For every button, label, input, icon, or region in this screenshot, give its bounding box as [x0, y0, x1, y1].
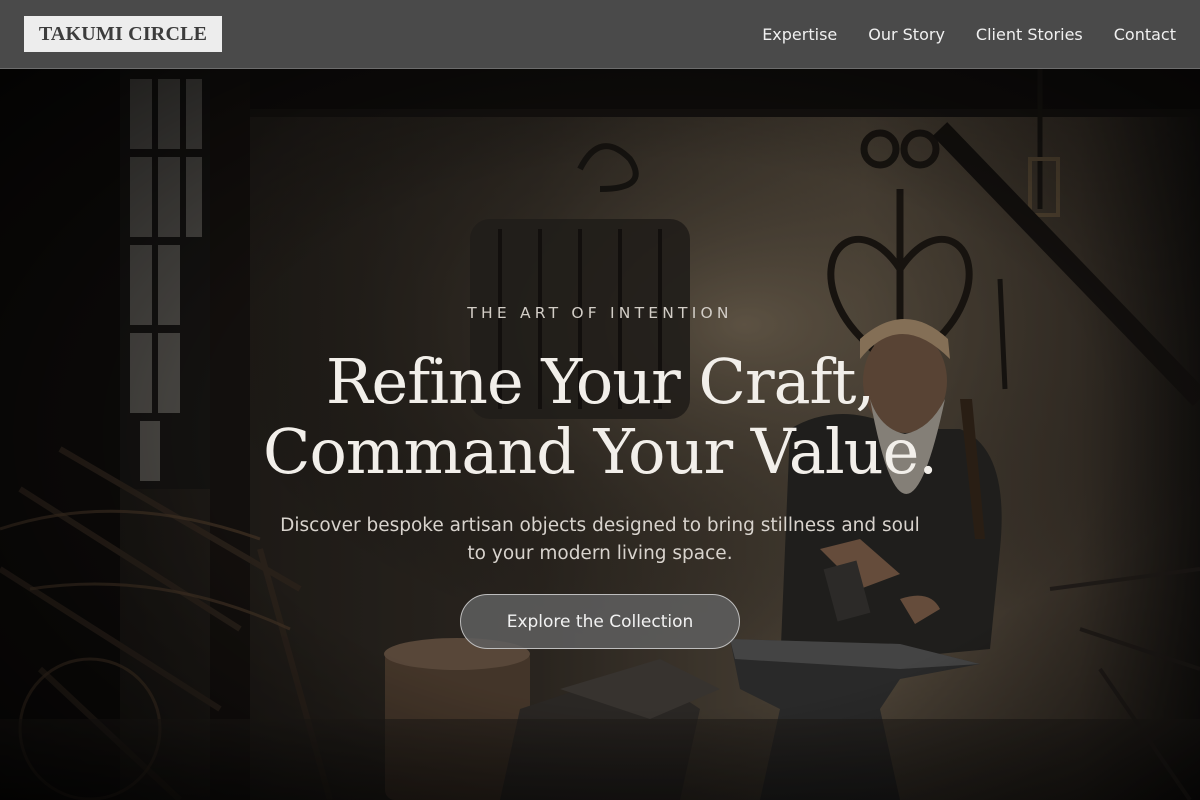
hero-content: THE ART OF INTENTION Refine Your Craft, …: [0, 69, 1200, 800]
nav-link-contact[interactable]: Contact: [1114, 25, 1176, 44]
hero-headline-line-2: Command Your Value.: [263, 415, 938, 488]
nav-link-our-story[interactable]: Our Story: [868, 25, 945, 44]
logo[interactable]: TAKUMI CIRCLE: [24, 16, 222, 52]
site-header: TAKUMI CIRCLE Expertise Our Story Client…: [0, 0, 1200, 69]
explore-collection-button[interactable]: Explore the Collection: [460, 594, 740, 649]
page: TAKUMI CIRCLE Expertise Our Story Client…: [0, 0, 1200, 800]
hero-headline: Refine Your Craft, Command Your Value.: [0, 347, 1200, 487]
nav-link-client-stories[interactable]: Client Stories: [976, 25, 1083, 44]
nav-link-expertise[interactable]: Expertise: [762, 25, 837, 44]
hero-eyebrow: THE ART OF INTENTION: [467, 304, 733, 322]
hero-section: THE ART OF INTENTION Refine Your Craft, …: [0, 69, 1200, 800]
hero-subtext: Discover bespoke artisan objects designe…: [280, 515, 920, 564]
hero-headline-line-1: Refine Your Craft,: [325, 345, 875, 418]
main-nav: Expertise Our Story Client Stories Conta…: [731, 0, 1176, 68]
